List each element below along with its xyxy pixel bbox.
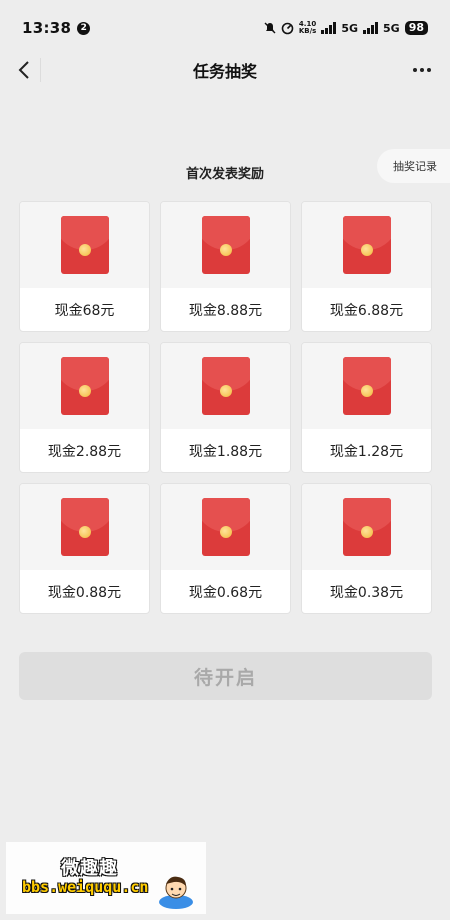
red-envelope-icon (60, 357, 109, 415)
prize-card: 现金6.88元 (301, 201, 432, 332)
chevron-left-icon (18, 61, 29, 79)
prize-label: 现金6.88元 (329, 302, 404, 319)
notification-badge: 2 (77, 21, 91, 35)
signal-icon (321, 22, 337, 34)
prize-card: 现金2.88元 (19, 342, 150, 473)
prize-card: 现金0.68元 (160, 483, 291, 614)
watermark-url: bbs.weiququ.cn (22, 878, 149, 896)
page-title: 任务抽奖 (192, 62, 257, 81)
mascot-icon (159, 876, 193, 909)
red-envelope-icon (201, 357, 250, 415)
watermark-title: 微趣趣 (61, 858, 118, 879)
status-left: 13:38 2 (22, 19, 91, 37)
prize-image-area (161, 343, 290, 429)
back-button[interactable] (10, 56, 38, 84)
watermark: 微趣趣 bbs.weiququ.cn (6, 842, 206, 914)
red-envelope-icon (342, 216, 391, 274)
red-envelope-icon (201, 498, 250, 556)
prize-label: 现金0.88元 (47, 584, 122, 601)
network-type-2: 5G (383, 21, 400, 35)
start-draw-button[interactable]: 待开启 (19, 652, 432, 700)
prize-label: 现金0.38元 (329, 584, 404, 601)
prize-image-area (161, 484, 290, 570)
prize-image-area (20, 484, 149, 570)
status-right: 4.10 KB/s 5G 5G 98 (264, 21, 428, 35)
signal-icon-2 (363, 22, 378, 34)
more-dots-icon (413, 68, 431, 72)
speedometer-icon (281, 22, 294, 34)
network-type-1: 5G (341, 21, 358, 35)
red-envelope-icon (342, 498, 391, 556)
battery-indicator: 98 (404, 21, 428, 35)
red-envelope-icon (60, 498, 109, 556)
prize-label: 现金68元 (54, 302, 115, 319)
prize-card: 现金0.38元 (301, 483, 432, 614)
prize-card: 现金68元 (19, 201, 150, 332)
prize-card: 现金0.88元 (19, 483, 150, 614)
prize-label: 现金1.28元 (329, 443, 404, 460)
mute-bell-icon (264, 22, 276, 34)
prize-label: 现金0.68元 (188, 584, 263, 601)
nav-divider (40, 58, 41, 82)
prize-card: 现金1.88元 (160, 342, 291, 473)
red-envelope-icon (60, 216, 109, 274)
red-envelope-icon (201, 216, 250, 274)
prize-image-area (302, 484, 431, 570)
prize-card: 现金8.88元 (160, 201, 291, 332)
status-time: 13:38 (22, 19, 72, 37)
prize-label: 现金8.88元 (188, 302, 263, 319)
net-speed-unit: KB/s (298, 27, 317, 35)
section-title: 首次发表奖励 (185, 167, 264, 182)
nav-bar: 任务抽奖 (0, 48, 450, 92)
prize-grid: 现金68元 现金8.88元 现金6.88元 现金2.88元 现金1.88元 现金… (19, 201, 432, 614)
prize-label: 现金2.88元 (47, 443, 122, 460)
prize-label: 现金1.88元 (188, 443, 263, 460)
red-envelope-icon (342, 357, 391, 415)
prize-image-area (20, 343, 149, 429)
prize-card: 现金1.28元 (301, 342, 432, 473)
prize-image-area (20, 202, 149, 288)
more-button[interactable] (410, 58, 434, 82)
prize-image-area (302, 202, 431, 288)
prize-image-area (161, 202, 290, 288)
prize-image-area (302, 343, 431, 429)
net-speed: 4.10 KB/s (299, 21, 316, 35)
